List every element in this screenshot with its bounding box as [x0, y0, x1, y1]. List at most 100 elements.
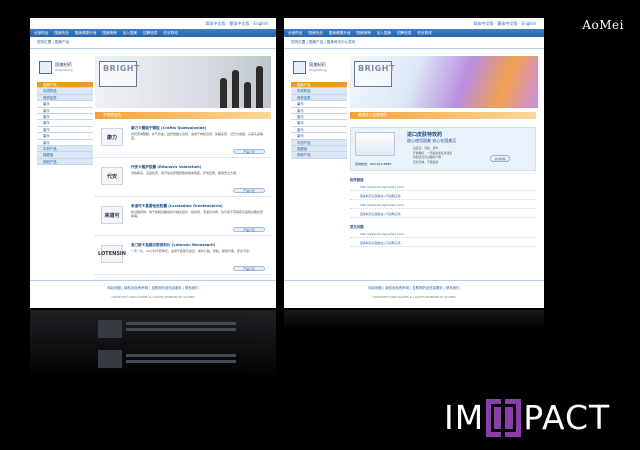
- product-item: 康力 康力®醒脑宁颗粒 (Craftis Quatoplanide) 具有安神醒脑、…: [95, 122, 271, 158]
- product-logo[interactable]: 康力: [101, 128, 123, 146]
- banner-bright-text: BRIGHT: [354, 61, 394, 87]
- nav-item[interactable]: 招聘信息: [397, 31, 411, 36]
- content-title: 中药精品品: [95, 112, 271, 119]
- impact-logo-left: IM: [444, 398, 485, 437]
- impact-logo: IM PACT: [444, 398, 610, 437]
- sidebar: 国美制药 Qiaghetang 国美产品 中成药品 西药品类 康乐 康乐 康乐 康乐 康乐 康乐…: [37, 56, 93, 166]
- main-nav: 全部药品 国美药品 国美健康天地 国美精神 加入国美 招聘信息 驻京联络: [284, 29, 544, 37]
- top-links: 简体中文版 繁体中文版 English: [284, 18, 544, 29]
- side-menu: 国美产品 中成药品 西药品类 康乐 康乐 康乐 康乐 康乐 康乐 康乐 中药产品 保健品 其他产品: [37, 82, 93, 166]
- nav-item[interactable]: 全部药品: [288, 31, 302, 36]
- feature-point: 无色无味，不留痕迹: [413, 159, 439, 164]
- logo-subtext: Qiaghetang: [309, 68, 327, 72]
- product-desc: 清热解毒、活血化瘀，用于热毒瘀阻所致的各类病症，疗效显著，服用安全方便。: [131, 171, 240, 175]
- reflection-right: [284, 310, 544, 330]
- product-name[interactable]: 康力®醒脑宁颗粒 (Craftis Quatoplanide): [131, 126, 206, 131]
- nav-item[interactable]: 国美药品: [308, 31, 322, 36]
- lang-english-link[interactable]: English: [254, 21, 268, 26]
- reflection-line: [126, 360, 236, 363]
- product-list: 中药精品品 康力 康力®醒脑宁颗粒 (Craftis Quatoplanide) 具…: [95, 112, 271, 275]
- online-chat-button[interactable]: 在线客服: [490, 155, 510, 162]
- product-item: 来道可 来道可®氯雷他定胶囊 (Loratadine Grenteacteria)…: [95, 200, 271, 236]
- product-name[interactable]: 代安®醒护胶囊 (Ritonavir Valoratum): [131, 165, 201, 170]
- product-more-button[interactable]: 产品介绍: [233, 266, 265, 271]
- breadcrumb: 您的位置 | 国美产品: [30, 37, 276, 49]
- copyright: COPYRIGHT©2006 QIAOMEI ALL RIGHTS RESERV…: [372, 296, 456, 299]
- related-link[interactable]: http://www.zhongmeilian.com/: [350, 203, 536, 209]
- faq-link[interactable]: http://www.zhongmeilian.com/: [350, 232, 536, 238]
- aomei-brand: AoMei: [582, 18, 624, 32]
- faq-title: 常见问题: [350, 225, 364, 229]
- product-item: LOTENSIN 洛汀新®盐酸贝那普利片 (Lotensin Benazepril…: [95, 239, 271, 275]
- content-title: 美国进口皮肤用药: [350, 112, 536, 119]
- reflection-line: [126, 328, 236, 331]
- reflection-thumb: [98, 320, 122, 338]
- related-link[interactable]: 国美制药全面推进公司战略实施: [350, 212, 536, 218]
- product-logo[interactable]: 代安: [101, 167, 123, 185]
- product-name[interactable]: 洛汀新®盐酸贝那普利片 (Lotensin Benazepril): [131, 243, 215, 248]
- product-desc: 一天一片，24小时平稳降压，适用于各型高血压，保护心脏、肾脏，服用方便，安全可靠…: [131, 249, 252, 253]
- product-desc: 具有安神醒脑、补气养血、益智健脑之功效，适用于神经衰弱、失眠多梦、记忆力减退、头…: [131, 132, 264, 140]
- nav-item[interactable]: 国美精神: [356, 31, 370, 36]
- banner: BRIGHT: [350, 56, 538, 108]
- banner: BRIGHT: [95, 56, 271, 108]
- breadcrumb: 您的位置 | 国美产品 | 国美资讯中心发布: [284, 37, 544, 49]
- nav-item[interactable]: 国美健康天地: [75, 31, 97, 36]
- product-desc: 抗过敏药物，用于缓解过敏性鼻炎相关症状，如喷嚏、流涕及鼻痒，也可用于荨麻疹及其他…: [131, 210, 264, 218]
- product-item: 代安 代安®醒护胶囊 (Ritonavir Valoratum) 清热解毒、活血化瘀…: [95, 161, 271, 197]
- site-left: 简体中文版 繁体中文版 English 全部药品 国美药品 国美健康天地 国美精…: [30, 18, 276, 308]
- product-more-button[interactable]: 产品介绍: [233, 149, 265, 154]
- main-nav: 全部药品 国美药品 国美健康天地 国美精神 加入国美 招聘信息 驻京联络: [30, 29, 276, 37]
- product-more-button[interactable]: 产品介绍: [233, 227, 265, 232]
- footer: 网站地图 | 版权及免责声明 | 互联网药品信息服务 | 联系我们 COPYRI…: [284, 280, 544, 299]
- feature-subtitle: 放心使用国美 安心在国美买: [407, 138, 457, 143]
- nav-item[interactable]: 国美药品: [54, 31, 68, 36]
- logo-mark-icon: [293, 60, 306, 74]
- related-link[interactable]: http://www.zhongmeilian.com/: [350, 185, 536, 191]
- faq-link[interactable]: 国美制药全面推进公司战略实施: [350, 241, 536, 247]
- lang-traditional-link[interactable]: 繁体中文版: [498, 21, 518, 27]
- reflection-line: [126, 322, 236, 325]
- nav-item[interactable]: 国美精神: [102, 31, 116, 36]
- reflection-line: [126, 354, 236, 357]
- top-links: 简体中文版 繁体中文版 English: [30, 18, 276, 29]
- banner-people: [220, 66, 263, 108]
- impact-mark-icon: [486, 398, 522, 437]
- side-menu-item[interactable]: 其他产品: [291, 152, 347, 159]
- nav-item[interactable]: 招聘信息: [143, 31, 157, 36]
- related-links-title: 相关链接: [350, 178, 364, 182]
- reflection-thumb: [98, 350, 122, 368]
- lang-simplified-link[interactable]: 简体中文版: [474, 21, 494, 27]
- logo-mark-icon: [39, 60, 52, 74]
- product-detail: 美国进口皮肤用药 进口皮肤特效药 放心使用国美 安心在国美买 适应证：湿疹、皮炎…: [350, 112, 536, 247]
- product-more-button[interactable]: 产品介绍: [233, 188, 265, 193]
- nav-item[interactable]: 全部药品: [34, 31, 48, 36]
- sidebar: 国美制药 Qiaghetang 国美产品 中成药品 西药品类 康乐 康乐 康乐 康乐 康乐 康乐…: [291, 56, 347, 159]
- lang-english-link[interactable]: English: [522, 21, 536, 26]
- nav-item[interactable]: 加入国美: [377, 31, 391, 36]
- lang-simplified-link[interactable]: 简体中文版: [206, 21, 226, 27]
- banner-bright-text: BRIGHT: [99, 61, 139, 87]
- nav-item[interactable]: 驻京联络: [163, 31, 177, 36]
- impact-logo-right: PACT: [523, 398, 611, 437]
- feature-product: 进口皮肤特效药 放心使用国美 安心在国美买 适应证：湿疹、皮炎 疗效确切，一周后…: [350, 127, 536, 171]
- footer: 网站地图 | 版权及免责声明 | 互联网药品信息服务 | 联系我们 COPYRI…: [30, 280, 276, 299]
- logo[interactable]: 国美制药 Qiaghetang: [37, 56, 93, 78]
- nav-item[interactable]: 加入国美: [123, 31, 137, 36]
- footer-links[interactable]: 网站地图 | 版权及免责声明 | 互联网药品信息服务 | 联系我们: [30, 285, 276, 290]
- logo[interactable]: 国美制药 Qiaghetang: [291, 56, 347, 78]
- product-logo[interactable]: 来道可: [101, 206, 123, 224]
- nav-item[interactable]: 国美健康天地: [329, 31, 351, 36]
- product-package-image: [355, 132, 395, 156]
- logo-subtext: Qiaghetang: [55, 68, 73, 72]
- product-logo[interactable]: LOTENSIN: [98, 245, 126, 263]
- nav-item[interactable]: 驻京联络: [417, 31, 431, 36]
- copyright: COPYRIGHT©2006 QIAOMEI ALL RIGHTS RESERV…: [111, 296, 195, 299]
- side-menu-item[interactable]: 其他产品: [37, 158, 93, 166]
- related-link[interactable]: 国美制药全面推进公司战略实施: [350, 194, 536, 200]
- product-name[interactable]: 来道可®氯雷他定胶囊 (Loratadine Grenteacteria): [131, 204, 223, 209]
- reflection-left: [30, 310, 276, 380]
- feature-points: 适应证：湿疹、皮炎 疗效确切，一周后患者症状改善 特别适合易过敏的人群 无色无味…: [413, 146, 452, 164]
- lang-traditional-link[interactable]: 繁体中文版: [230, 21, 250, 27]
- footer-links[interactable]: 网站地图 | 版权及免责声明 | 互联网药品信息服务 | 联系我们: [284, 285, 544, 290]
